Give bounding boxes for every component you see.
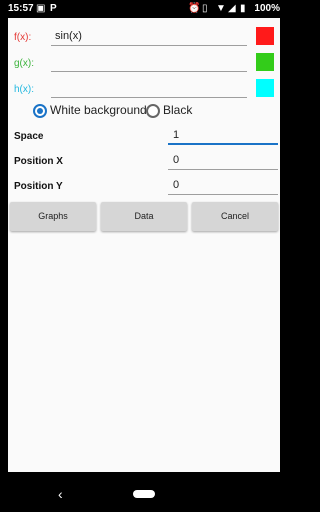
function-input-f[interactable]: sin(x) (51, 28, 247, 46)
color-swatch-h[interactable] (256, 79, 274, 97)
signal-icon: ◢ (228, 3, 236, 14)
position-x-input[interactable]: 0 (168, 152, 278, 170)
position-y-input[interactable]: 0 (168, 177, 278, 195)
function-row-f: f(x): sin(x) (8, 26, 280, 50)
back-icon[interactable]: ‹ (58, 486, 63, 502)
function-label-g: g(x): (14, 58, 34, 69)
navigation-bar: ‹ (0, 478, 288, 512)
background-radio-group: White background Black (8, 102, 280, 122)
data-button[interactable]: Data (101, 202, 187, 231)
p-app-icon: P (50, 3, 57, 14)
color-swatch-g[interactable] (256, 53, 274, 71)
position-y-label: Position Y (14, 181, 63, 192)
space-label: Space (14, 131, 44, 142)
vibrate-icon: ▯ (202, 3, 208, 14)
space-input[interactable]: 1 (168, 127, 278, 145)
black-background-label[interactable]: Black (163, 103, 192, 117)
black-background-radio[interactable] (146, 104, 160, 118)
home-icon[interactable] (133, 490, 155, 498)
position-x-label: Position X (14, 156, 63, 167)
image-icon: ▣ (36, 3, 46, 14)
color-swatch-f[interactable] (256, 27, 274, 45)
function-input-h[interactable] (51, 80, 247, 98)
wifi-icon: ▼ (216, 3, 226, 14)
alarm-icon: ⏰ (188, 3, 201, 14)
app-content: f(x): sin(x) g(x): h(x): White backgroun… (8, 18, 280, 472)
function-label-f: f(x): (14, 32, 32, 43)
graphs-button[interactable]: Graphs (10, 202, 96, 231)
status-time: 15:57 (8, 3, 34, 14)
function-label-h: h(x): (14, 84, 34, 95)
white-background-radio[interactable] (33, 104, 47, 118)
function-row-g: g(x): (8, 52, 280, 76)
cancel-button[interactable]: Cancel (192, 202, 278, 231)
battery-percent: 100% (254, 3, 280, 14)
white-background-label[interactable]: White background (50, 103, 147, 117)
function-row-h: h(x): (8, 78, 280, 102)
status-bar: 15:57 ▣ P ⏰ ▯ ▼ ◢ ▮ 100% (0, 0, 288, 18)
battery-icon: ▮ (240, 3, 246, 14)
function-input-g[interactable] (51, 54, 247, 72)
